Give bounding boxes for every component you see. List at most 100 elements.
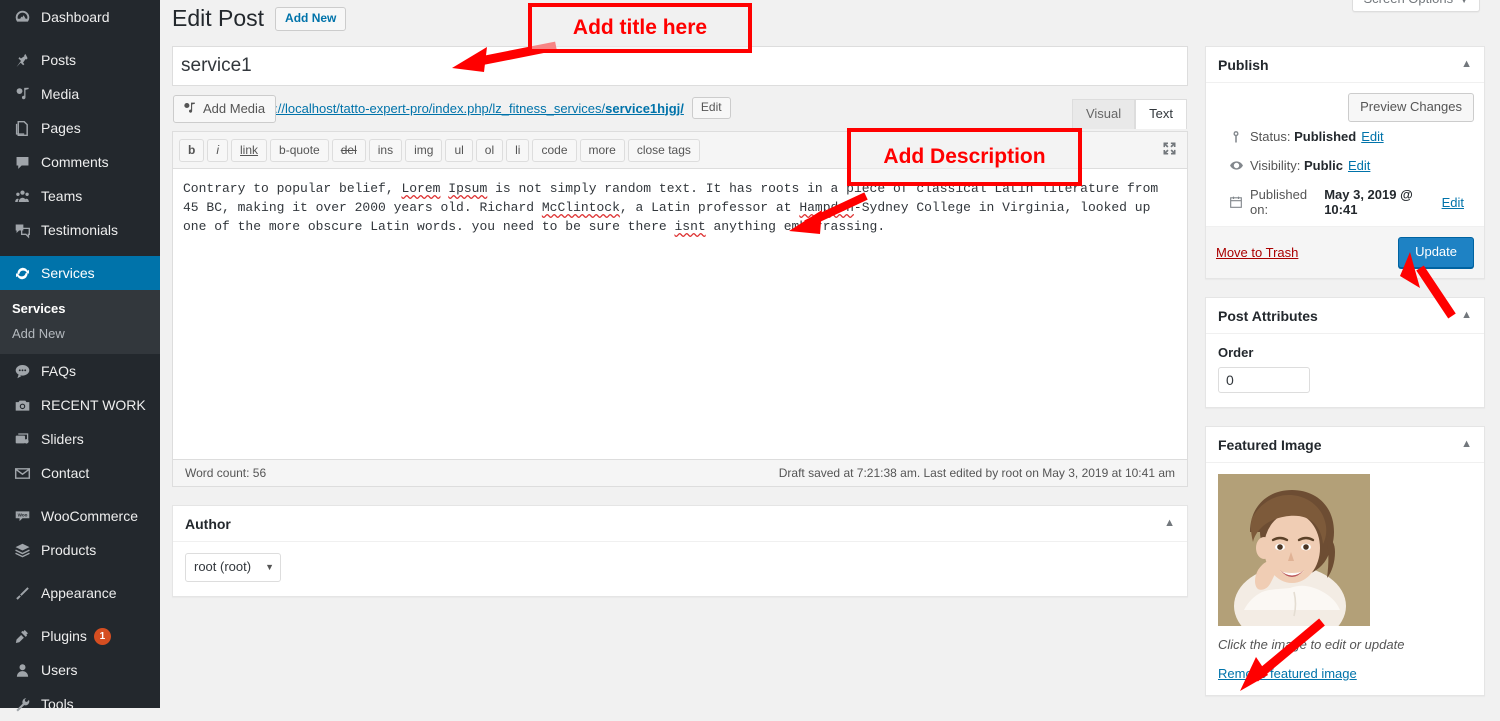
groups-icon — [12, 186, 32, 206]
sidebar-item-pages[interactable]: Pages — [0, 111, 160, 145]
toggle-featured-image[interactable]: ▲ — [1461, 439, 1472, 450]
content-text: , a Latin professor at — [619, 200, 800, 215]
slides-icon — [12, 429, 32, 449]
featured-image-header: Featured Image ▲ — [1206, 427, 1484, 463]
preview-row: Preview Changes — [1216, 93, 1474, 122]
sidebar-item-label: Tools — [41, 696, 74, 712]
sidebar-item-testimonials[interactable]: Testimonials — [0, 213, 160, 247]
sidebar-separator — [0, 610, 160, 619]
sidebar-item-users[interactable]: Users — [0, 653, 160, 687]
quicktag-code[interactable]: code — [532, 139, 577, 162]
add-media-button[interactable]: Add Media — [173, 95, 277, 123]
permalink-base: http://localhost/tatto-expert-pro/index.… — [252, 100, 606, 116]
featured-image-thumbnail[interactable] — [1218, 474, 1370, 626]
visibility-label: Visibility: — [1250, 158, 1301, 173]
permalink-slug: service1hjgj/ — [605, 100, 684, 116]
permalink-url[interactable]: http://localhost/tatto-expert-pro/index.… — [252, 101, 683, 116]
sidebar-item-label: Posts — [41, 52, 77, 68]
sidebar-item-plugins[interactable]: Plugins 1 — [0, 619, 160, 653]
author-select-value: root (root) — [194, 559, 252, 574]
sidebar-item-contact[interactable]: Contact — [0, 456, 160, 490]
sidebar-item-comments[interactable]: Comments — [0, 145, 160, 179]
sidebar-item-faqs[interactable]: FAQs — [0, 354, 160, 388]
sidebar-item-label: Products — [41, 542, 97, 558]
preview-changes-button[interactable]: Preview Changes — [1348, 93, 1474, 122]
quicktag-img[interactable]: img — [405, 139, 443, 162]
quicktag-b[interactable]: b — [179, 139, 205, 162]
draft-saved-status: Draft saved at 7:21:38 am. Last edited b… — [778, 466, 1175, 480]
menu-order-input[interactable] — [1218, 367, 1310, 393]
sidebar-item-posts[interactable]: Posts — [0, 43, 160, 77]
quicktag-close-tags[interactable]: close tags — [627, 139, 700, 162]
word-count: Word count: 56 — [185, 466, 267, 480]
quicktag-link[interactable]: link — [231, 139, 268, 162]
update-button[interactable]: Update — [1398, 237, 1474, 268]
sidebar-item-recent-work[interactable]: RECENT WORK — [0, 388, 160, 422]
toggle-author-metabox[interactable]: ▲ — [1164, 518, 1175, 529]
author-metabox-header: Author ▲ — [173, 506, 1187, 542]
quicktag-ul[interactable]: ul — [445, 139, 473, 162]
quicktag-li[interactable]: li — [506, 139, 530, 162]
featured-image-body: Click the image to edit or update Remove… — [1206, 463, 1484, 695]
status-value: Published — [1294, 129, 1357, 144]
sidebar-item-dashboard[interactable]: Dashboard — [0, 0, 160, 34]
quicktag-del[interactable]: del — [331, 139, 366, 162]
edit-published-date-link[interactable]: Edit — [1442, 195, 1464, 210]
products-icon — [12, 540, 32, 560]
post-title-input[interactable] — [172, 46, 1188, 86]
featured-image-title: Featured Image — [1218, 436, 1322, 453]
sidebar-item-label: Plugins — [41, 628, 87, 644]
publish-metabox-header: Publish ▲ — [1206, 47, 1484, 83]
sidebar-submenu-services: Services Add New — [0, 290, 160, 354]
sidebar-item-products[interactable]: Products — [0, 533, 160, 567]
editor-tab-text[interactable]: Text — [1135, 99, 1187, 129]
publish-metabox-title: Publish — [1218, 56, 1269, 73]
author-metabox: Author ▲ root (root) ▼ — [172, 505, 1188, 597]
sidebar-item-tools[interactable]: Tools — [0, 687, 160, 721]
featured-image-metabox: Featured Image ▲ Click the image to edit… — [1205, 426, 1485, 696]
pin-icon — [12, 50, 32, 70]
services-icon — [12, 263, 32, 283]
add-new-button[interactable]: Add New — [275, 6, 347, 31]
sidebar-item-label: Comments — [41, 154, 109, 170]
sidebar-item-appearance[interactable]: Appearance — [0, 576, 160, 610]
sidebar-item-woocommerce[interactable]: Woo WooCommerce — [0, 499, 160, 533]
quicktags-toolbar: b i link b-quote del ins img ul ol li code more clos… — [173, 132, 1187, 169]
sidebar-item-label: Teams — [41, 188, 83, 204]
content-text: anything embarrassing. — [705, 219, 886, 234]
published-on-label: Published on: — [1250, 187, 1308, 217]
page-title: Edit Post — [172, 5, 265, 31]
sidebar-item-label: Appearance — [41, 585, 117, 601]
fullscreen-icon[interactable] — [1159, 138, 1179, 158]
quicktag-ol[interactable]: ol — [475, 139, 504, 162]
sidebar-item-media[interactable]: Media — [0, 77, 160, 111]
toggle-publish-metabox[interactable]: ▲ — [1461, 59, 1472, 70]
quicktag-ins[interactable]: ins — [368, 139, 403, 162]
publish-metabox: Publish ▲ Preview Changes Status: Publis… — [1205, 46, 1485, 279]
sidebar-item-services[interactable]: Services — [0, 256, 168, 290]
edit-status-link[interactable]: Edit — [1361, 129, 1383, 144]
toggle-post-attributes[interactable]: ▲ — [1461, 310, 1472, 321]
editor-mode-tabs: Visual Text — [1071, 99, 1187, 129]
screen-options-button[interactable]: Screen Options ▼ — [1352, 0, 1480, 12]
status-row: Status: Published Edit — [1216, 122, 1474, 151]
editor-tab-visual[interactable]: Visual — [1071, 99, 1136, 129]
admin-sidebar: Dashboard Posts Media Pages Comments Teams Tes… — [0, 0, 168, 712]
quicktag-i[interactable]: i — [207, 139, 229, 162]
sidebar-item-sliders[interactable]: Sliders — [0, 422, 160, 456]
quicktag-more[interactable]: more — [579, 139, 625, 162]
content-text: Contrary to popular belief, — [183, 181, 402, 196]
editor-wrap: Add Media Visual Text b i link b-quote del ins… — [172, 95, 1188, 487]
sidebar-subitem-services[interactable]: Services — [0, 296, 160, 321]
pages-icon — [12, 118, 32, 138]
admin-content-area: Screen Options ▼ Edit Post Add New Permal… — [160, 0, 1500, 708]
sidebar-subitem-add-new[interactable]: Add New — [0, 321, 160, 346]
post-content-textarea[interactable]: Contrary to popular belief, Lorem Ipsum … — [173, 169, 1187, 459]
remove-featured-image-link[interactable]: Remove featured image — [1218, 666, 1357, 681]
quicktag-b-quote[interactable]: b-quote — [270, 139, 329, 162]
edit-visibility-link[interactable]: Edit — [1348, 158, 1370, 173]
edit-permalink-button[interactable]: Edit — [691, 97, 731, 119]
sidebar-item-teams[interactable]: Teams — [0, 179, 160, 213]
author-select[interactable]: root (root) ▼ — [185, 553, 281, 582]
move-to-trash-link[interactable]: Move to Trash — [1216, 245, 1298, 260]
